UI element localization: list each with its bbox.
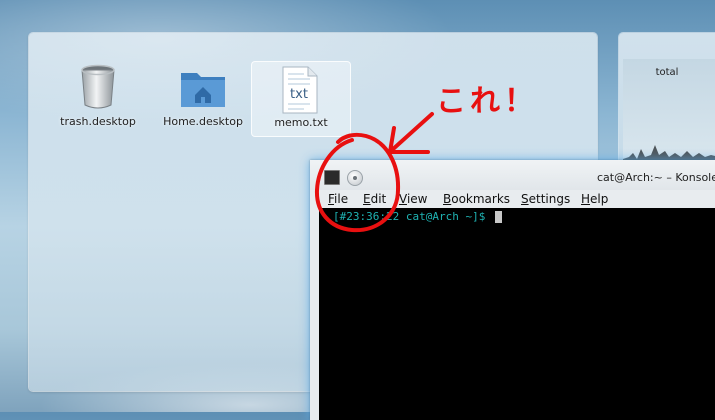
- annotation-arrow: [388, 112, 434, 154]
- annotation-text: これ！: [436, 84, 538, 119]
- annotation-overlay: [314, 112, 434, 233]
- annotation-circle: [314, 132, 401, 233]
